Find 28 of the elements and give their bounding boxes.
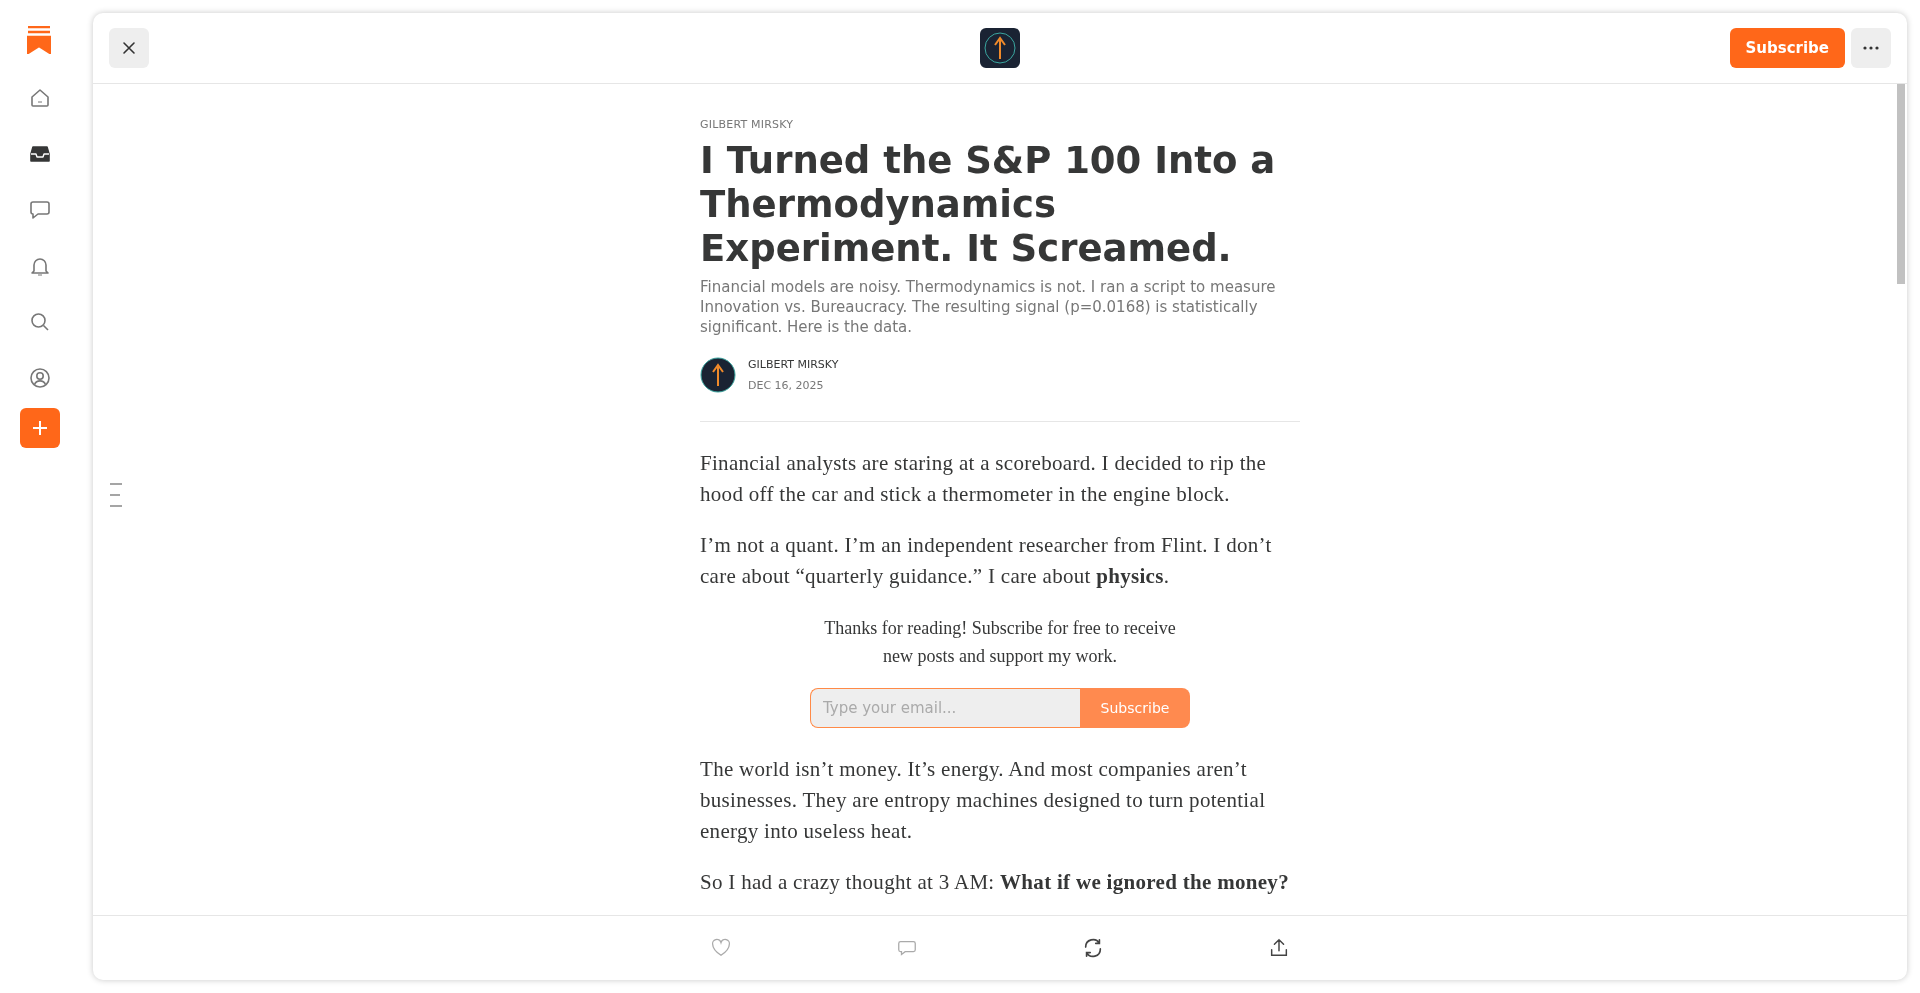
subscribe-button[interactable]: Subscribe bbox=[1729, 28, 1845, 68]
plus-icon bbox=[31, 419, 49, 437]
author-avatar[interactable] bbox=[700, 357, 736, 393]
scrollbar-thumb[interactable] bbox=[1897, 84, 1905, 284]
bookmark-logo-icon[interactable] bbox=[27, 26, 51, 54]
chat-icon[interactable] bbox=[28, 198, 52, 222]
publication-logo[interactable] bbox=[980, 28, 1020, 68]
close-icon bbox=[121, 40, 137, 56]
create-button[interactable] bbox=[20, 408, 60, 448]
body-paragraph: I’m not a quant. I’m an independent researcher from Flint. I don’t care about “quarterly guidance.” I care about physics. bbox=[700, 532, 1273, 590]
heart-icon[interactable] bbox=[710, 937, 732, 959]
post-title: I Turned the S&P 100 Into a Thermodynamics Experiment. It Screamed. bbox=[700, 139, 1277, 271]
body-paragraph: So I had a crazy thought at 3 AM: What if we ignored the money? bbox=[700, 869, 1290, 896]
close-button[interactable] bbox=[109, 28, 149, 68]
table-of-contents-icon[interactable] bbox=[109, 482, 123, 508]
post-subtitle: Financial models are noisy. Thermodynamics is not. I ran a script to measure Innovation vs. Bureaucracy. The resulting signal (p=0.0168) is statistically significant. Here is the data. bbox=[700, 277, 1277, 337]
more-icon bbox=[1863, 46, 1879, 50]
restack-icon[interactable] bbox=[1082, 937, 1104, 959]
author-byline[interactable]: GILBERT MIRSKY bbox=[700, 118, 1300, 131]
post-date: DEC 16, 2025 bbox=[748, 379, 825, 392]
body-paragraph: Financial analysts are staring at a scoreboard. I decided to rip the hood off the car and stick a thermometer in the engine block. bbox=[700, 450, 1268, 508]
home-icon[interactable] bbox=[28, 86, 52, 110]
body-paragraph: The world isn’t money. It’s energy. And most companies aren’t businesses. They are entropy machines designed to turn potential energy into useless heat. bbox=[700, 756, 1267, 845]
subscribe-prompt: Thanks for reading! Subscribe for free to receive new posts and support my work. bbox=[823, 617, 1177, 668]
author-name[interactable]: GILBERT MIRSKY bbox=[748, 358, 839, 371]
profile-icon[interactable] bbox=[28, 366, 52, 390]
email-field[interactable]: Type your email... bbox=[810, 688, 1080, 728]
share-icon[interactable] bbox=[1268, 937, 1290, 959]
